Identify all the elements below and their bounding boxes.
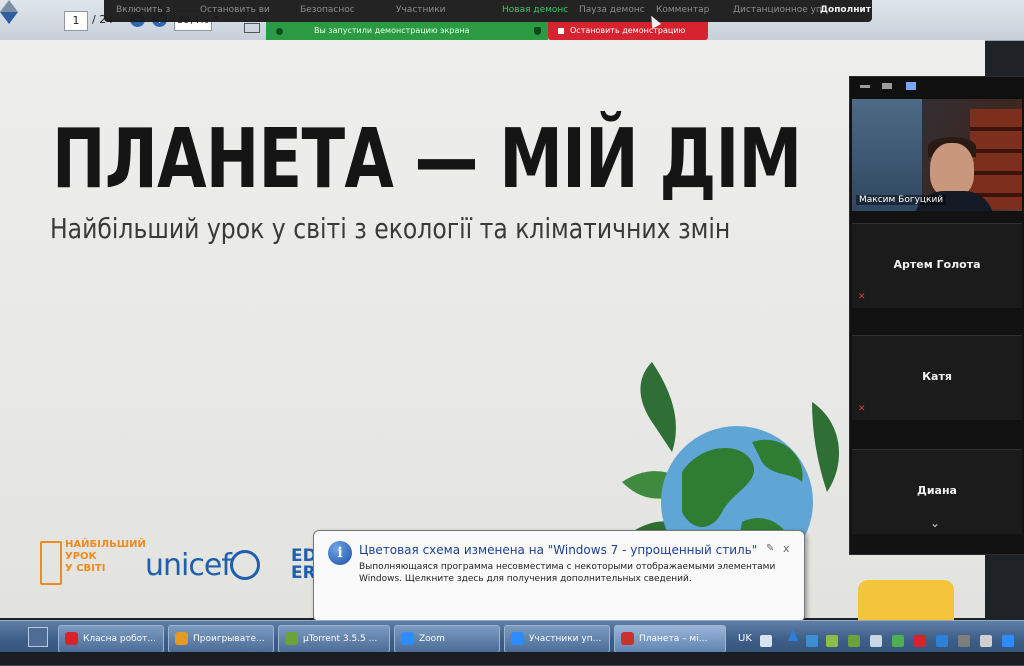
stop-icon bbox=[558, 28, 564, 34]
minimize-icon[interactable] bbox=[860, 85, 870, 88]
muted-mic-icon: ✕ bbox=[858, 292, 866, 302]
screen-share-banner: Вы запустили демонстрацию экрана bbox=[266, 22, 548, 40]
page-number-input[interactable]: 1 bbox=[64, 11, 88, 31]
stop-share-button[interactable]: Остановить демонстрацию bbox=[548, 22, 708, 40]
taskbar-item-label: Планета – мі... bbox=[639, 634, 708, 644]
menu-more[interactable]: Дополнит bbox=[820, 5, 871, 15]
largest-lesson-logo: НАЙБІЛЬШИЙ УРОК У СВІТІ bbox=[38, 537, 146, 589]
pdf-icon bbox=[621, 632, 634, 645]
taskbar-item-opera[interactable]: Класна робот... bbox=[58, 625, 164, 653]
utorrent-tray-icon[interactable] bbox=[848, 635, 860, 647]
notification-body: Выполняющаяся программа несовместима с н… bbox=[359, 562, 776, 584]
view-toggle-icon[interactable] bbox=[882, 83, 892, 89]
menu-stop-video[interactable]: Остановить ви bbox=[200, 5, 270, 15]
taskbar-item-label: µTorrent 3.5.5 ... bbox=[303, 634, 378, 644]
participant-tile[interactable]: Диана ⌄ bbox=[852, 449, 1022, 534]
gallery-view-icon[interactable] bbox=[906, 82, 916, 90]
zoom-share-menubar: Включить з Остановить ви Безопаснос Учас… bbox=[104, 0, 872, 22]
participant-name: Артем Голота bbox=[893, 258, 981, 271]
menu-pause-share[interactable]: Пауза демонс bbox=[579, 5, 645, 15]
book-icon bbox=[40, 541, 62, 585]
share-banner-text: Вы запустили демонстрацию экрана bbox=[314, 26, 470, 35]
network-icon[interactable] bbox=[806, 635, 818, 647]
language-indicator[interactable]: UK bbox=[738, 633, 752, 644]
zoom-icon bbox=[511, 632, 524, 645]
info-icon: i bbox=[328, 541, 352, 565]
taskbar-item-label: Zoom bbox=[419, 634, 445, 644]
close-button[interactable]: x bbox=[783, 542, 790, 555]
slide-title: ПЛАНЕТА — МІЙ ДІМ bbox=[52, 112, 802, 207]
menu-unmute[interactable]: Включить з bbox=[116, 5, 170, 15]
fit-width-icon[interactable] bbox=[244, 23, 260, 33]
speaker-icon[interactable] bbox=[980, 635, 992, 647]
participant-tile[interactable]: Катя ✕ bbox=[852, 335, 1022, 420]
utorrent-icon bbox=[285, 632, 298, 645]
sharing-indicator-icon bbox=[276, 28, 283, 35]
flag-icon[interactable] bbox=[870, 635, 882, 647]
participant-name: Диана bbox=[917, 484, 957, 497]
scroll-more-icon[interactable]: ⌄ bbox=[930, 516, 940, 530]
menu-security[interactable]: Безопаснос bbox=[300, 5, 355, 15]
zoom-participant-panel: Максим Богуцкий Артем Голота ✕ Катя ✕ Ди… bbox=[849, 76, 1024, 555]
menu-remote-control[interactable]: Дистанционное уп bbox=[733, 5, 822, 15]
zoom-icon bbox=[401, 632, 414, 645]
stop-share-label: Остановить демонстрацию bbox=[570, 26, 686, 35]
taskbar-item-label: Класна робот... bbox=[83, 634, 156, 644]
taskbar-item-pdf[interactable]: Планета – мі... bbox=[614, 625, 726, 653]
participant-tile[interactable]: Артем Голота ✕ bbox=[852, 223, 1022, 308]
video-tile-active-speaker[interactable]: Максим Богуцкий bbox=[852, 99, 1022, 211]
panel-titlebar bbox=[850, 77, 1024, 99]
taskbar-item-label: Участники уп... bbox=[529, 634, 602, 644]
tray-expand-icon[interactable] bbox=[788, 629, 798, 641]
taskbar-item-utorrent[interactable]: µTorrent 3.5.5 ... bbox=[278, 625, 390, 653]
taskbar-item-zoom-participants[interactable]: Участники уп... bbox=[504, 625, 610, 653]
menu-annotate[interactable]: Комментар bbox=[656, 5, 709, 15]
unicef-globe-icon bbox=[230, 550, 260, 580]
participant-name: Катя bbox=[922, 370, 952, 383]
menu-new-share[interactable]: Новая демонс bbox=[502, 5, 568, 15]
next-page-icon[interactable] bbox=[0, 12, 18, 24]
unicef-logo: unicef bbox=[145, 548, 232, 583]
options-icon[interactable]: ✎ bbox=[766, 543, 774, 554]
zoom-tray-icon[interactable] bbox=[1002, 635, 1014, 647]
update-icon[interactable] bbox=[892, 635, 904, 647]
taskbar-item-label: Проигрывате... bbox=[193, 634, 265, 644]
show-desktop-icon[interactable] bbox=[28, 627, 48, 647]
monitor-bezel bbox=[0, 652, 1024, 665]
notification-title: Цветовая схема изменена на "Windows 7 - … bbox=[359, 543, 758, 557]
power-icon[interactable] bbox=[958, 635, 970, 647]
security-icon[interactable] bbox=[826, 635, 838, 647]
keyboard-icon[interactable] bbox=[760, 635, 772, 647]
windows-notification-balloon[interactable]: i Цветовая схема изменена на "Windows 7 … bbox=[313, 530, 805, 635]
volume-icon[interactable] bbox=[936, 635, 948, 647]
taskbar-item-player[interactable]: Проигрывате... bbox=[168, 625, 274, 653]
largest-lesson-logo-text: НАЙБІЛЬШИЙ УРОК У СВІТІ bbox=[65, 539, 146, 574]
slide-subtitle: Найбільший урок у світі з екології та кл… bbox=[50, 212, 731, 245]
muted-mic-icon: ✕ bbox=[858, 404, 866, 414]
menu-participants[interactable]: Участники bbox=[396, 5, 446, 15]
opera-icon bbox=[65, 632, 78, 645]
participant-face bbox=[930, 143, 974, 197]
previous-page-icon[interactable] bbox=[0, 0, 18, 12]
media-player-icon bbox=[175, 632, 188, 645]
video-participant-name: Максим Богуцкий bbox=[856, 195, 947, 205]
taskbar-item-zoom[interactable]: Zoom bbox=[394, 625, 500, 653]
shield-icon bbox=[534, 27, 541, 35]
antivirus-icon[interactable] bbox=[914, 635, 926, 647]
